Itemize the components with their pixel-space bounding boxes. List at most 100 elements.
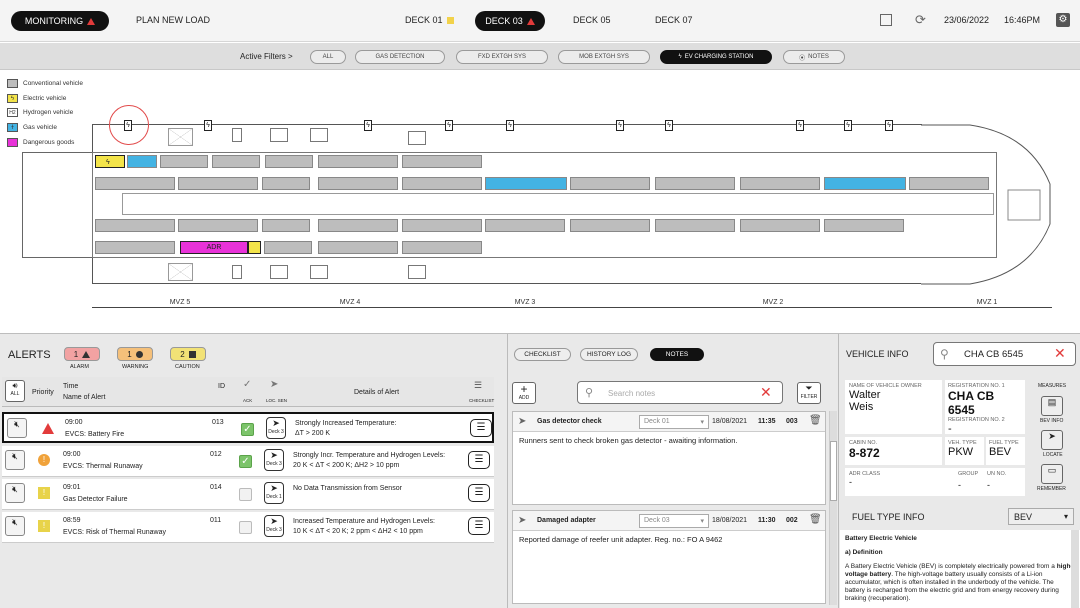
refresh-icon[interactable]: ⟳ [915,12,926,28]
clear-icon[interactable]: ✕ [760,384,772,401]
vehicle-slot[interactable] [95,177,175,190]
ev-charger-icon[interactable]: ϟ [665,120,673,131]
trash-icon[interactable]: 🗑︎ [809,415,822,426]
ack-checkbox[interactable]: ✓ [241,423,254,436]
vehicle-slot[interactable] [485,219,565,232]
vehicle-slot[interactable] [655,219,735,232]
mute-icon[interactable]: 🔇︎ [5,516,25,536]
vehicle-slot[interactable] [402,177,482,190]
checklist-button[interactable]: ☰ [470,419,492,437]
vehicle-slot[interactable] [402,219,482,232]
note-deck-select[interactable]: Deck 03 ▾ [639,514,709,528]
vehicle-slot[interactable] [909,177,989,190]
locate-vehicle-button[interactable]: ➤ [1041,430,1063,450]
filter-mob-extgh-sys[interactable]: MOB EXTGH SYS [558,50,650,64]
vehicle-slot[interactable] [318,155,398,168]
ev-charger-icon[interactable]: ϟ [844,120,852,131]
monitoring-button[interactable]: MONITORING [11,11,109,31]
search-notes-field[interactable]: ⚲ Search notes ✕ [577,381,783,404]
vehicle-slot[interactable] [570,219,650,232]
tab-deck-01[interactable]: DECK 01 [405,15,454,25]
vehicle-slot[interactable] [262,219,310,232]
locate-button[interactable]: ➤ Deck 3 [266,417,286,439]
mute-icon[interactable]: 🔇︎ [7,418,27,438]
filter-gas-detection[interactable]: GAS DETECTION [355,50,445,64]
mute-icon[interactable]: 🔇︎ [5,450,25,470]
settings-gear-icon[interactable]: ⚙ [1056,13,1070,27]
warning-badge[interactable]: 1 [117,347,153,361]
filter-notes[interactable]: ⦿ NOTES [783,50,845,64]
plan-new-load-link[interactable]: PLAN NEW LOAD [136,15,210,25]
vehicle-slot-gas[interactable] [485,177,567,190]
tab-deck-03[interactable]: DECK 03 [475,11,545,31]
fuel-type-select[interactable]: BEV ▾ [1008,508,1074,525]
table-row[interactable]: 🔇︎ 09:00 EVCS: Battery Fire 013 ✓ ➤ Deck … [2,412,494,443]
ev-charger-icon[interactable]: ϟ [616,120,624,131]
vehicle-slot[interactable] [95,219,175,232]
alarm-badge[interactable]: 1 [64,347,100,361]
tab-deck-07[interactable]: DECK 07 [655,15,693,25]
vehicle-slot[interactable] [178,219,258,232]
ev-charger-icon[interactable]: ϟ [796,120,804,131]
table-row[interactable]: 🔇︎ ! 08:59 EVCS: Risk of Thermal Runaway… [2,512,494,543]
vehicle-slot[interactable] [318,177,398,190]
ev-charger-icon[interactable]: ϟ [364,120,372,131]
note-card[interactable]: ➤ Damaged adapter Deck 03 ▾ 18/08/2021 11… [512,510,826,604]
vehicle-slot[interactable] [265,155,313,168]
tab-checklist[interactable]: CHECKLIST [514,348,571,361]
layout-icon[interactable] [880,14,892,26]
vehicle-slot[interactable] [262,177,310,190]
vehicle-slot[interactable] [95,241,175,254]
bev-info-button[interactable]: ▤ [1041,396,1063,416]
ev-charger-icon[interactable]: ϟ [445,120,453,131]
locate-button[interactable]: ➤ Deck 1 [264,482,284,504]
note-deck-select[interactable]: Deck 01 ▾ [639,415,709,429]
vehicle-slot-electric[interactable] [248,241,261,254]
vehicle-slot[interactable] [318,219,398,232]
filter-fxd-extgh-sys[interactable]: FXD EXTGH SYS [456,50,548,64]
trash-icon[interactable]: 🗑︎ [809,514,822,525]
tab-deck-05[interactable]: DECK 05 [573,15,611,25]
scrollbar-thumb[interactable] [830,441,837,501]
vehicle-slot[interactable] [740,219,820,232]
ev-charger-icon[interactable]: ϟ [506,120,514,131]
vehicle-slot-gas[interactable] [824,177,906,190]
note-card[interactable]: ➤ Gas detector check Deck 01 ▾ 18/08/2021… [512,411,826,505]
tab-history-log[interactable]: HISTORY LOG [580,348,638,361]
vehicle-slot-electric[interactable]: ϟ [95,155,125,168]
vehicle-slot[interactable] [160,155,208,168]
filter-all[interactable]: ALL [310,50,346,64]
add-note-button[interactable]: + ADD [512,382,536,404]
vehicle-slot[interactable] [212,155,260,168]
ack-checkbox[interactable] [239,521,252,534]
vehicle-slot[interactable] [402,155,482,168]
vehicle-slot[interactable] [740,177,820,190]
vehicle-slot[interactable] [570,177,650,190]
checklist-button[interactable]: ☰ [468,451,490,469]
vehicle-slot[interactable] [402,241,482,254]
ev-charger-icon[interactable]: ϟ [885,120,893,131]
vehicle-slot[interactable] [824,219,904,232]
caution-badge[interactable]: 2 [170,347,206,361]
vehicle-slot[interactable] [264,241,312,254]
vehicle-slot[interactable] [178,177,258,190]
clear-icon[interactable]: ✕ [1054,345,1066,362]
vehicle-search-field[interactable]: ⚲ CHA CB 6545 ✕ [933,342,1076,366]
fuel-info-scrollbar[interactable] [1071,530,1079,608]
vehicle-slot[interactable] [655,177,735,190]
table-row[interactable]: 🔇︎ ! 09:01 Gas Detector Failure 014 ➤ Dec… [2,479,494,510]
vehicle-slot-gas[interactable] [127,155,157,168]
locate-button[interactable]: ➤ Deck 3 [264,449,284,471]
ack-checkbox[interactable] [239,488,252,501]
locate-button[interactable]: ➤ Deck 3 [264,515,284,537]
notes-scrollbar[interactable] [829,411,837,605]
sound-toggle-all[interactable]: 🔊︎ ALL [5,380,25,402]
vehicle-slot-dangerous-goods[interactable]: ADR [180,241,248,254]
filter-ev-charging-station[interactable]: ϟ EV CHARGING STATION [660,50,772,64]
ev-charger-icon[interactable]: ϟ [204,120,212,131]
table-row[interactable]: 🔇︎ ! 09:00 EVCS: Thermal Runaway 012 ✓ ➤… [2,446,494,477]
vehicle-slot[interactable] [318,241,398,254]
mute-icon[interactable]: 🔇︎ [5,483,25,503]
checklist-button[interactable]: ☰ [468,484,490,502]
checklist-button[interactable]: ☰ [468,517,490,535]
